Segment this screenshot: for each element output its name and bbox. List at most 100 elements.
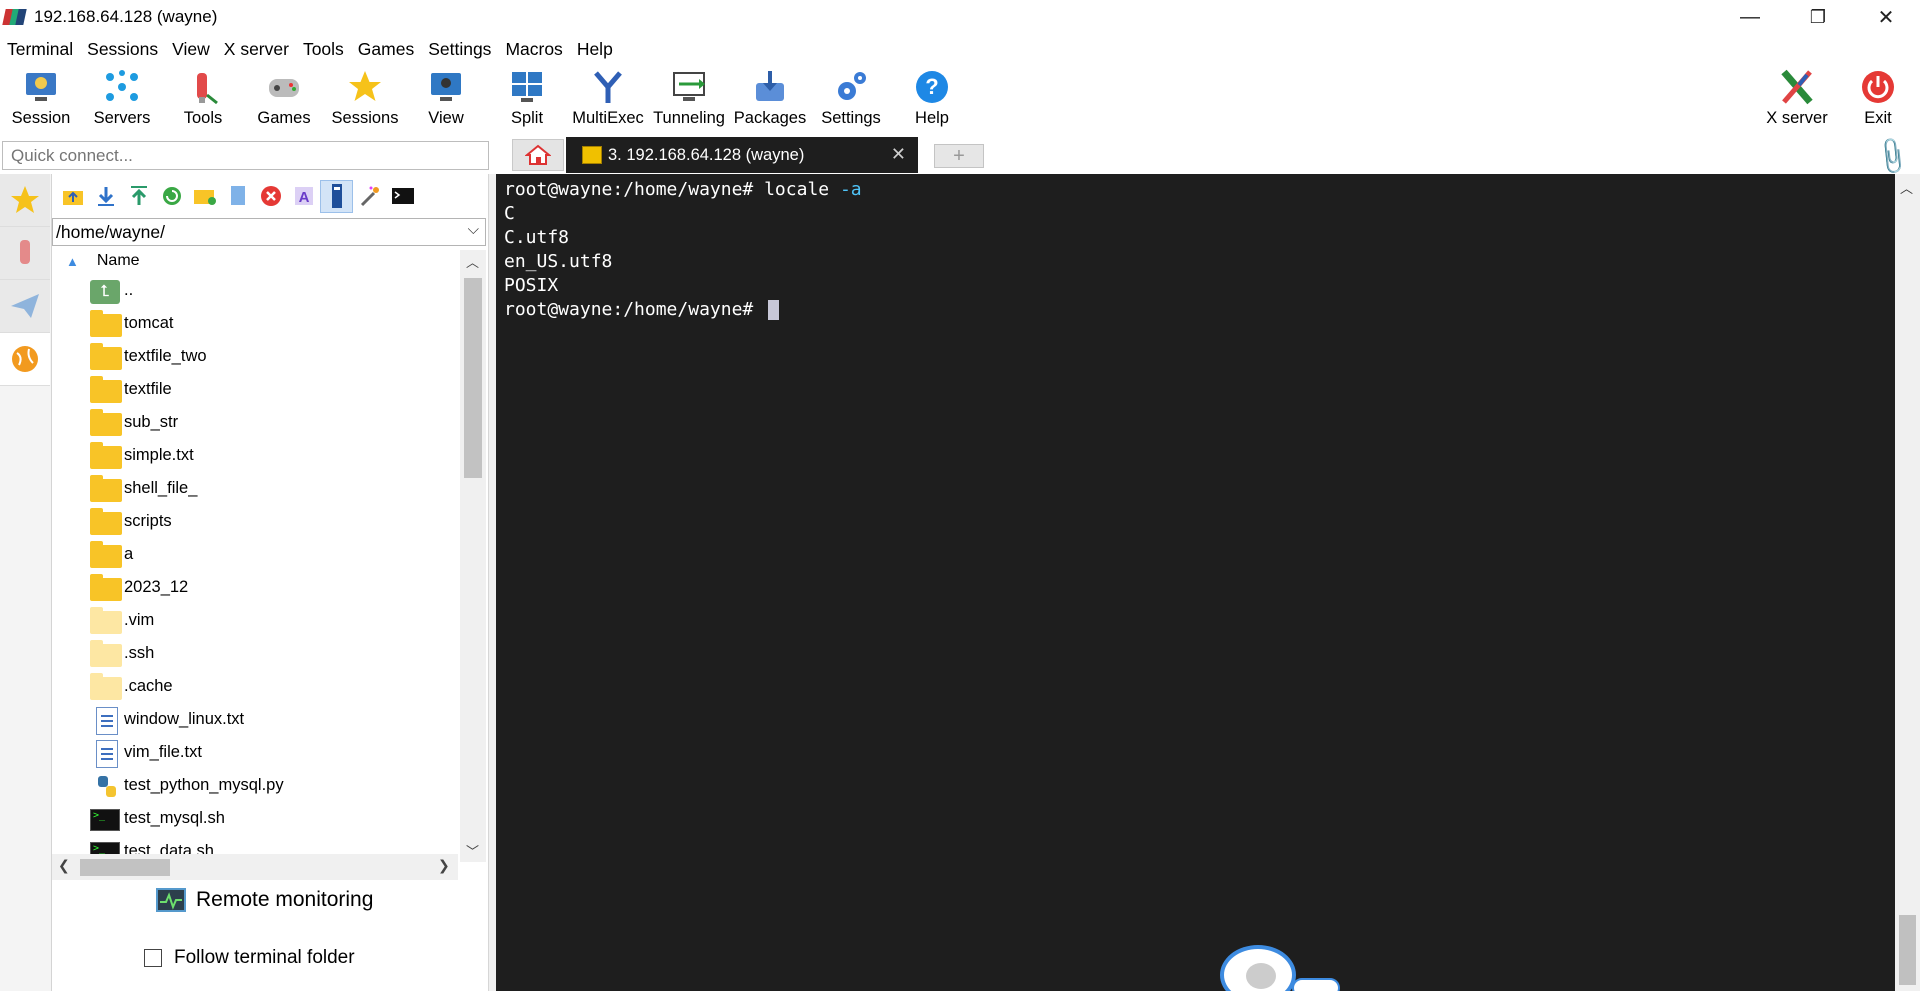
upload-button[interactable] (122, 180, 155, 213)
terminal-area[interactable]: root@wayne:/home/wayne# locale -a C C.ut… (496, 174, 1895, 991)
sidebar-tab-macros[interactable] (0, 280, 50, 333)
scroll-left-icon[interactable]: ❮ (58, 857, 70, 874)
new-folder-icon (193, 190, 216, 205)
session-button[interactable]: Session (1, 64, 81, 136)
multiexec-button[interactable]: MultiExec (568, 64, 648, 136)
menu-x-server[interactable]: X server (217, 39, 296, 60)
file-list-item[interactable]: 2023_12 (52, 571, 458, 604)
tab-label: 3. 192.168.64.128 (wayne) (608, 145, 805, 164)
x-server-button[interactable]: X server (1757, 64, 1837, 136)
menu-macros[interactable]: Macros (498, 39, 569, 60)
file-name: .cache (124, 677, 173, 695)
scroll-up-icon[interactable]: ︿ (1900, 178, 1913, 197)
terminal-scrollbar[interactable]: ︿ (1895, 174, 1920, 991)
file-list-item[interactable]: ⮤.. (52, 274, 458, 307)
folder-icon (90, 441, 122, 469)
scroll-down-icon[interactable]: ﹀ (466, 841, 479, 860)
refresh-button[interactable] (155, 180, 188, 213)
help-button[interactable]: ? Help (892, 64, 972, 136)
file-list-item[interactable]: shell_file_ (52, 472, 458, 505)
menu-sessions[interactable]: Sessions (80, 39, 165, 60)
new-folder-button[interactable] (188, 180, 221, 213)
chevron-down-icon[interactable]: ⌵ (468, 221, 479, 238)
file-list-item[interactable]: window_linux.txt (52, 703, 458, 736)
monitor-icon (156, 888, 186, 912)
paperclip-icon[interactable]: 📎 (1870, 135, 1914, 179)
file-list-item[interactable]: simple.txt (52, 439, 458, 472)
tunneling-button[interactable]: Tunneling (649, 64, 729, 136)
scroll-right-icon[interactable]: ❯ (438, 857, 450, 874)
file-list-item[interactable]: .vim (52, 604, 458, 637)
file-list-item[interactable]: a (52, 538, 458, 571)
follow-terminal-folder-option[interactable]: Follow terminal folder (144, 947, 355, 969)
file-name: textfile_two (124, 347, 207, 365)
scrollbar-thumb[interactable] (80, 859, 170, 876)
file-name: test_python_mysql.py (124, 776, 284, 794)
restore-button[interactable]: ❐ (1784, 0, 1852, 34)
panel-splitter[interactable] (488, 174, 496, 991)
file-list-item[interactable]: vim_file.txt (52, 736, 458, 769)
sidebar-tab-sftp[interactable] (0, 333, 50, 386)
path-combobox[interactable]: /home/wayne/ ⌵ (52, 218, 486, 246)
file-list-item[interactable]: >_ test_mysql.sh (52, 802, 458, 835)
file-list-item[interactable]: textfile (52, 373, 458, 406)
scroll-up-icon[interactable]: ︿ (466, 252, 479, 271)
close-button[interactable]: ✕ (1852, 0, 1920, 34)
packages-button[interactable]: Packages (730, 64, 810, 136)
assistant-bubble-icon[interactable] (1220, 945, 1296, 991)
tools-button[interactable]: Tools (163, 64, 243, 136)
permissions-button[interactable] (353, 180, 386, 213)
file-list-item[interactable]: >_ test_data.sh (52, 835, 458, 854)
delete-button[interactable] (254, 180, 287, 213)
menu-tools[interactable]: Tools (296, 39, 351, 60)
terminal-output-line: C (504, 203, 515, 224)
file-list-item[interactable]: scripts (52, 505, 458, 538)
file-list-item[interactable]: tomcat (52, 307, 458, 340)
rename-button[interactable]: A (287, 180, 320, 213)
file-list-item[interactable]: textfile_two (52, 340, 458, 373)
file-list-item[interactable]: .ssh (52, 637, 458, 670)
menu-terminal[interactable]: Terminal (0, 39, 80, 60)
menu-help[interactable]: Help (570, 39, 620, 60)
file-list-item[interactable]: .cache (52, 670, 458, 703)
home-tab[interactable] (512, 139, 564, 171)
shell-script-icon: >_ (90, 806, 122, 832)
split-button[interactable]: Split (487, 64, 567, 136)
new-file-button[interactable] (221, 180, 254, 213)
tab-ssh-session[interactable]: 3. 192.168.64.128 (wayne) ✕ (566, 137, 918, 173)
file-list-item[interactable]: test_python_mysql.py (52, 769, 458, 802)
file-list-vertical-scrollbar[interactable]: ︿ ﹀ (460, 250, 486, 862)
open-terminal-button[interactable] (386, 180, 419, 213)
sidebar-tab-sessions[interactable] (0, 174, 50, 227)
sessions-button[interactable]: Sessions (325, 64, 405, 136)
follow-terminal-folder-checkbox[interactable] (144, 949, 162, 967)
download-button[interactable] (89, 180, 122, 213)
file-list-horizontal-scrollbar[interactable]: ❮ ❯ (52, 854, 458, 880)
tab-close-icon[interactable]: ✕ (891, 144, 906, 165)
name-column-header[interactable]: ▲ Name (52, 248, 458, 274)
menu-settings[interactable]: Settings (421, 39, 498, 60)
view-button[interactable]: View (406, 64, 486, 136)
folder-icon (90, 474, 122, 502)
scrollbar-thumb[interactable] (1899, 915, 1916, 985)
exit-button[interactable]: Exit (1838, 64, 1918, 136)
settings-button[interactable]: Settings (811, 64, 891, 136)
gear-icon (831, 67, 871, 107)
games-button[interactable]: Games (244, 64, 324, 136)
new-tab-button[interactable]: + (934, 144, 984, 168)
servers-button[interactable]: Servers (82, 64, 162, 136)
window-title: 192.168.64.128 (wayne) (34, 7, 218, 26)
remote-monitoring-button[interactable]: Remote monitoring (156, 888, 373, 912)
home-icon (525, 144, 551, 165)
parent-folder-button[interactable] (56, 180, 89, 213)
file-name: shell_file_ (124, 479, 198, 497)
quick-connect-input[interactable] (2, 141, 489, 170)
file-name: .vim (124, 611, 155, 629)
sidebar-tab-tools[interactable] (0, 227, 50, 280)
minimize-button[interactable]: — (1716, 0, 1784, 34)
menu-games[interactable]: Games (351, 39, 421, 60)
hidden-files-toggle[interactable] (320, 179, 353, 213)
menu-view[interactable]: View (165, 39, 217, 60)
scrollbar-thumb[interactable] (464, 278, 482, 478)
file-list-item[interactable]: sub_str (52, 406, 458, 439)
